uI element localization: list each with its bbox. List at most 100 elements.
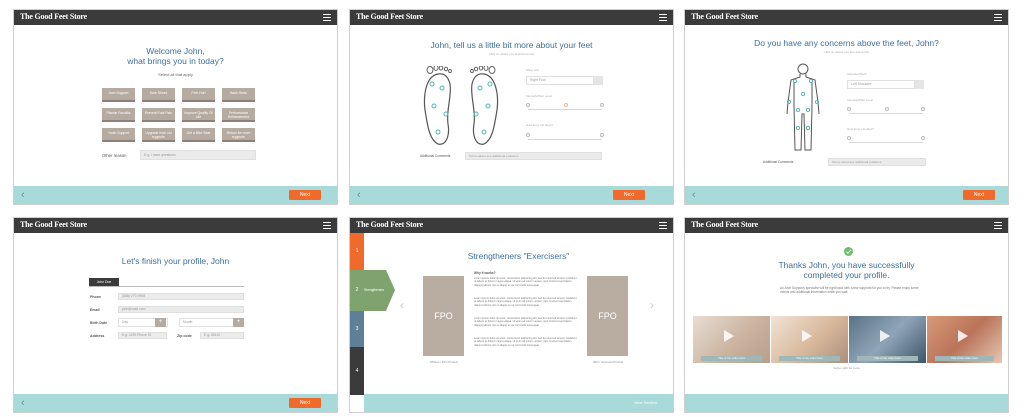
panel-welcome: The Good Feet Store Welcome John, what br…	[13, 9, 338, 205]
slider-mid-knob[interactable]	[885, 107, 889, 111]
body-text: An Arch Supports specialist will be righ…	[780, 286, 919, 294]
area-label: Shoulder/Neck	[847, 72, 867, 76]
next-button[interactable]: Next	[289, 398, 321, 408]
next-button[interactable]: Next	[963, 190, 995, 200]
intensity-label: Intensity/Pain Level	[526, 94, 553, 98]
video-thumbnail-3[interactable]: Title of the video here	[849, 316, 926, 363]
reason-tile[interactable]: Sore Shoes	[142, 88, 175, 102]
footer-bar: ‹ Next	[350, 186, 673, 204]
select-toggle-button[interactable]	[594, 76, 603, 85]
comments-input[interactable]: Tell us about any additional problems	[828, 158, 926, 166]
back-chevron-icon[interactable]: ‹	[21, 397, 25, 409]
before-image-placeholder: FPO	[423, 276, 464, 356]
comments-input[interactable]: Tell us about any additional problems	[465, 152, 602, 160]
slider-active-knob[interactable]	[564, 103, 568, 107]
duration-slider[interactable]	[528, 139, 602, 140]
video-thumbnail-2[interactable]: Title of the video here	[771, 316, 848, 363]
play-icon[interactable]	[802, 330, 812, 342]
play-icon[interactable]	[958, 330, 968, 342]
hamburger-menu-icon[interactable]	[994, 222, 1002, 229]
back-chevron-icon[interactable]: ‹	[692, 189, 696, 201]
step-1-tab[interactable]: 1	[350, 233, 364, 270]
step-4-tab[interactable]: 4	[350, 347, 364, 395]
reason-tile[interactable]: Feet Hurt	[182, 88, 215, 102]
slider-start-knob[interactable]	[847, 107, 851, 111]
top-bar: The Good Feet Store	[14, 10, 337, 25]
profile-name-tag: John Doe	[89, 278, 119, 286]
reason-tile[interactable]: Prevent Foot Pain	[142, 108, 175, 122]
carousel-prev-icon[interactable]: ‹	[400, 298, 404, 312]
duration-start-knob[interactable]	[526, 133, 530, 137]
reason-tile[interactable]: Performance Enhancement	[222, 108, 255, 122]
top-bar: The Good Feet Store	[685, 10, 1008, 25]
duration-slider[interactable]	[849, 142, 923, 143]
back-chevron-icon[interactable]: ‹	[357, 189, 361, 201]
intensity-slider[interactable]	[528, 109, 602, 110]
hamburger-menu-icon[interactable]	[323, 14, 331, 21]
shoe-size-select[interactable]: Right Foot	[526, 76, 594, 85]
top-bar: The Good Feet Store	[685, 218, 1008, 233]
why-heading: Why it works?	[474, 271, 496, 275]
carousel-next-icon[interactable]: ›	[650, 298, 654, 312]
day-add-button[interactable]: +	[155, 318, 166, 327]
page-title: John, tell us a little bit more about yo…	[430, 40, 593, 50]
reason-tile[interactable]: Plantar Fasciitis	[102, 108, 135, 122]
page-title: Do you have any concerns above the feet,…	[754, 38, 939, 48]
reason-tile[interactable]: Youth Support	[102, 128, 135, 142]
footer-bar: ‹ Next	[14, 186, 337, 204]
back-chevron-icon[interactable]: ‹	[21, 189, 25, 201]
hamburger-menu-icon[interactable]	[659, 222, 667, 229]
email-field[interactable]: john@mail.com	[118, 306, 244, 313]
hamburger-menu-icon[interactable]	[994, 14, 1002, 21]
page-title: Thanks John, you have successfully comple…	[778, 260, 915, 280]
duration-label: How long, est days?	[847, 127, 875, 131]
video-caption: Title of the video here	[935, 356, 994, 361]
video-thumbnail-4[interactable]: Title of the video here	[927, 316, 1002, 363]
duration-label: How long, est days?	[526, 123, 554, 127]
reason-tile[interactable]: Return for more supports	[222, 128, 255, 142]
birth-date-label: Birth Date	[90, 321, 108, 325]
subtitle: Click on where you feel discomfort	[823, 50, 870, 54]
after-caption: With / Improved Product	[593, 360, 623, 364]
reason-tile[interactable]: Arch Support	[102, 88, 135, 102]
video-thumbnail-1[interactable]: Title of the video here	[693, 316, 770, 363]
reason-tile[interactable]: Back Hurts	[222, 88, 255, 102]
hamburger-menu-icon[interactable]	[323, 222, 331, 229]
slider-end-knob[interactable]	[600, 103, 604, 107]
next-button[interactable]: Next	[613, 190, 645, 200]
subtitle: Click on where you feel discomfort	[488, 52, 535, 56]
hamburger-menu-icon[interactable]	[659, 14, 667, 21]
area-select[interactable]: Left Shoulder	[847, 80, 915, 89]
video-caption: Title of the video here	[779, 356, 840, 361]
before-caption: Without / Prior Product	[429, 360, 459, 364]
duration-end-knob[interactable]	[600, 133, 604, 137]
reason-tile[interactable]: Get a Bike Seat	[182, 128, 215, 142]
play-icon[interactable]	[880, 330, 890, 342]
success-check-icon	[844, 247, 853, 256]
reason-tile[interactable]: Upgrade from old supports	[142, 128, 175, 142]
phone-field[interactable]: (888) 270-9908	[118, 293, 244, 300]
next-section-link[interactable]: Next Section	[634, 400, 657, 405]
duration-end-knob[interactable]	[921, 136, 925, 140]
slider-start-knob[interactable]	[526, 103, 530, 107]
month-add-button[interactable]: +	[233, 318, 244, 327]
play-icon[interactable]	[724, 330, 734, 342]
step-3-tab[interactable]: 3	[350, 311, 364, 347]
body-diagram[interactable]	[783, 62, 823, 154]
comments-label: Additional Comments	[420, 154, 451, 158]
feet-diagram[interactable]	[418, 66, 508, 150]
reason-tile[interactable]: Improve Quality Of Life	[182, 108, 215, 122]
address-field[interactable]: E.g. 1199 Pierce St	[118, 332, 167, 339]
duration-start-knob[interactable]	[847, 136, 851, 140]
select-toggle-button[interactable]	[915, 80, 924, 89]
intensity-slider[interactable]	[849, 113, 923, 114]
panel-complete: The Good Feet Store Thanks John, you hav…	[684, 217, 1009, 413]
brand-logo: The Good Feet Store	[691, 12, 758, 21]
other-reason-input[interactable]: E.g. I have questions	[140, 150, 256, 160]
next-button[interactable]: Next	[289, 190, 321, 200]
top-bar: The Good Feet Store	[14, 218, 337, 233]
page-title: Strengtheners "Exercisers"	[467, 251, 570, 261]
slider-end-knob[interactable]	[921, 107, 925, 111]
step-2-tab[interactable]: 2	[350, 270, 364, 311]
zip-field[interactable]: E.g. 80110	[200, 332, 244, 339]
